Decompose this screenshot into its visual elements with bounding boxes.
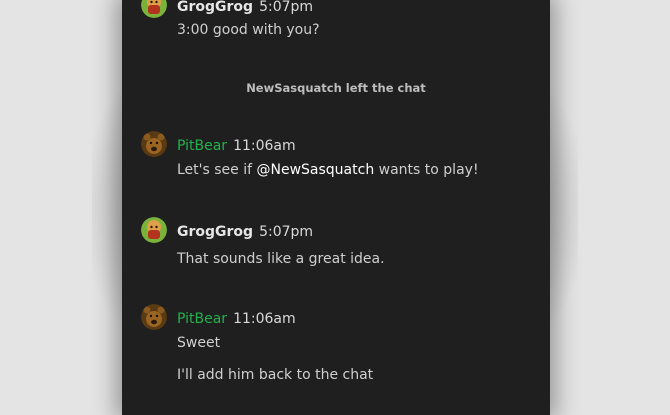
message-text: Let's see if @NewSasquatch wants to play… xyxy=(177,162,479,178)
message-time: 5:07pm xyxy=(259,224,314,240)
message-header: PitBear 11:06am xyxy=(177,135,296,154)
chat-panel: GrogGrog 5:07pm 3:00 good with you? NewSa… xyxy=(122,0,550,415)
message-time: 5:07pm xyxy=(259,0,314,15)
dwarf-avatar-icon[interactable] xyxy=(141,0,167,18)
message-text: I'll add him back to the chat xyxy=(177,367,374,383)
author-name[interactable]: PitBear xyxy=(177,138,227,154)
message-text: 3:00 good with you? xyxy=(177,22,320,38)
message-time: 11:06am xyxy=(233,311,296,327)
message-header: GrogGrog 5:07pm xyxy=(177,221,313,240)
author-name[interactable]: PitBear xyxy=(177,311,227,327)
message-text-before: Let's see if xyxy=(177,162,253,178)
bear-avatar-icon[interactable] xyxy=(141,304,167,330)
message-time: 11:06am xyxy=(233,138,296,154)
message-header: GrogGrog 5:07pm xyxy=(177,0,313,15)
message-text: Sweet xyxy=(177,335,221,351)
dwarf-avatar-icon[interactable] xyxy=(141,217,167,243)
system-notice: NewSasquatch left the chat xyxy=(246,81,426,95)
author-name[interactable]: GrogGrog xyxy=(177,224,253,240)
mention-link[interactable]: @NewSasquatch xyxy=(257,162,375,178)
message-header: PitBear 11:06am xyxy=(177,308,296,327)
message-text: That sounds like a great idea. xyxy=(177,251,385,267)
bear-avatar-icon[interactable] xyxy=(141,131,167,157)
message-text-after: wants to play! xyxy=(378,162,479,178)
author-name[interactable]: GrogGrog xyxy=(177,0,253,15)
